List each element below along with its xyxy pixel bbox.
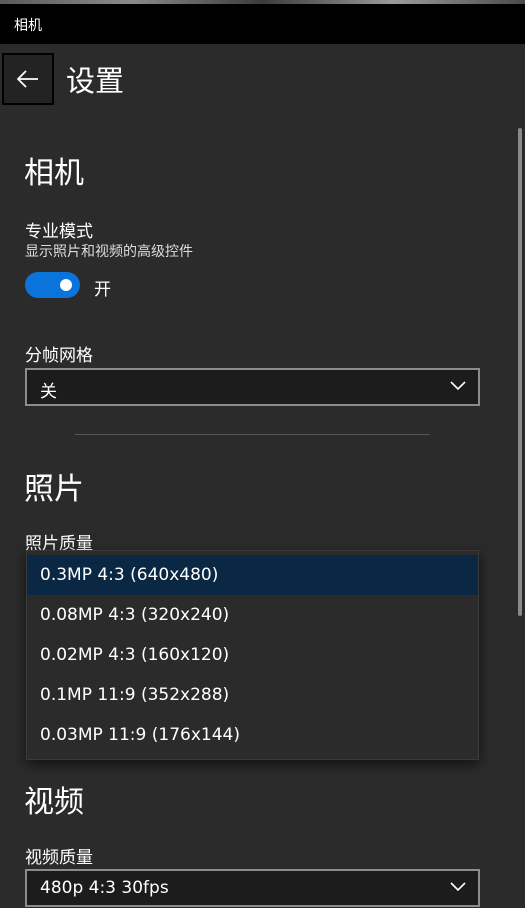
pro-mode-toggle-state: 开 — [94, 280, 111, 300]
video-section-heading: 视频 — [24, 785, 84, 820]
chevron-down-icon — [450, 381, 466, 391]
chevron-down-icon — [450, 882, 466, 892]
window-title: 相机 — [14, 18, 42, 34]
video-quality-select[interactable]: 480p 4:3 30fps — [25, 869, 480, 907]
option-label: 0.3MP 4:3 (640x480) — [40, 565, 219, 585]
option-label: 0.08MP 4:3 (320x240) — [40, 605, 230, 625]
pro-mode-label: 专业模式 — [25, 222, 93, 242]
photo-quality-option[interactable]: 0.02MP 4:3 (160x120) — [27, 635, 478, 675]
scrollbar[interactable] — [518, 128, 522, 616]
option-label: 0.03MP 11:9 (176x144) — [40, 725, 240, 745]
pro-mode-toggle[interactable] — [25, 272, 80, 298]
option-label: 0.02MP 4:3 (160x120) — [40, 645, 230, 665]
camera-section-heading: 相机 — [24, 156, 84, 191]
section-divider — [75, 434, 430, 435]
photo-quality-dropdown: 0.3MP 4:3 (640x480) 0.08MP 4:3 (320x240)… — [26, 550, 479, 760]
video-quality-label: 视频质量 — [25, 848, 93, 868]
toggle-knob — [60, 279, 72, 291]
photo-quality-option[interactable]: 0.03MP 11:9 (176x144) — [27, 715, 478, 755]
photo-section-heading: 照片 — [24, 472, 84, 507]
framing-grid-select[interactable]: 关 — [25, 368, 480, 406]
option-label: 0.1MP 11:9 (352x288) — [40, 685, 230, 705]
photo-quality-option[interactable]: 0.08MP 4:3 (320x240) — [27, 595, 478, 635]
page-title: 设置 — [66, 64, 125, 98]
camera-settings-window: 相机 设置 相机 专业模式 显示照片和视频的高级控件 开 分帧网格 关 照片 照… — [0, 0, 525, 908]
video-quality-value: 480p 4:3 30fps — [40, 878, 169, 898]
arrow-left-icon — [17, 70, 38, 88]
back-button[interactable] — [2, 53, 54, 105]
pro-mode-description: 显示照片和视频的高级控件 — [25, 244, 193, 260]
settings-panel: 设置 相机 专业模式 显示照片和视频的高级控件 开 分帧网格 关 照片 照片质量… — [0, 44, 525, 908]
framing-grid-value: 关 — [40, 382, 57, 402]
title-bar: 相机 — [0, 4, 525, 44]
photo-quality-option[interactable]: 0.1MP 11:9 (352x288) — [27, 675, 478, 715]
photo-quality-option[interactable]: 0.3MP 4:3 (640x480) — [27, 555, 478, 595]
framing-grid-label: 分帧网格 — [25, 346, 93, 366]
